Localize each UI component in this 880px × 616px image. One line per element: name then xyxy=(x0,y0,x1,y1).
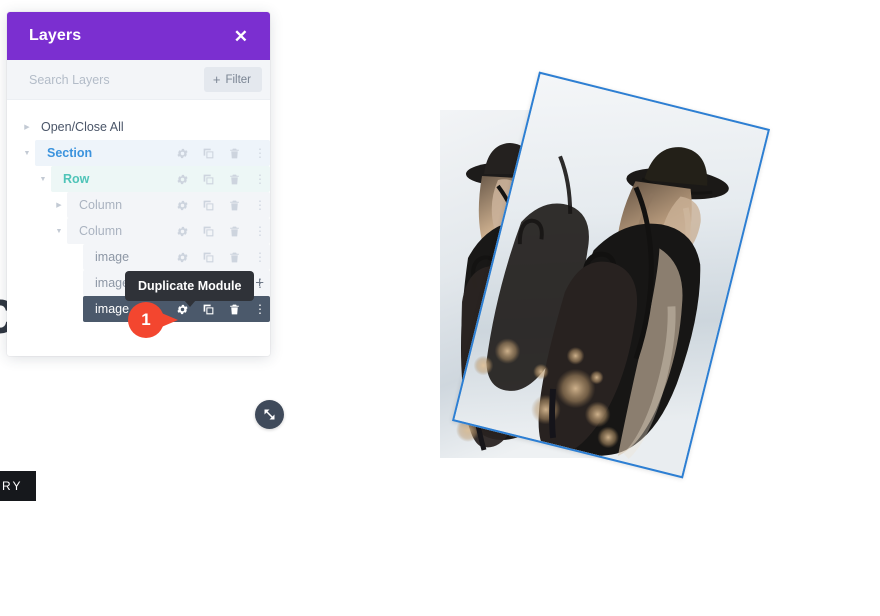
layer-actions: ⋮ xyxy=(176,146,266,160)
trash-icon[interactable] xyxy=(228,199,241,212)
layer-actions: ⋮ xyxy=(176,224,266,238)
layer-label: image xyxy=(95,250,130,264)
chevron-down-icon[interactable] xyxy=(19,150,35,157)
gear-icon[interactable] xyxy=(176,199,189,212)
open-close-all-row[interactable]: Open/Close All xyxy=(7,114,270,140)
tree-row-column-1: Column ⋮ xyxy=(7,192,270,218)
gear-icon[interactable] xyxy=(176,251,189,264)
layer-item-row[interactable]: Row ⋮ xyxy=(51,166,270,192)
layer-item-column[interactable]: Column ⋮ xyxy=(67,192,270,218)
add-module-icon[interactable]: + xyxy=(255,276,264,291)
gear-icon[interactable] xyxy=(176,173,189,186)
step-badge-1: 1 xyxy=(128,302,180,338)
duplicate-icon[interactable] xyxy=(202,251,215,264)
resize-arrow-glyph xyxy=(264,409,275,420)
layers-search-bar: + Filter xyxy=(7,60,270,100)
chevron-right-icon[interactable] xyxy=(51,202,67,209)
duplicate-icon[interactable] xyxy=(202,173,215,186)
layer-label: Section xyxy=(47,146,93,160)
chevron-down-icon[interactable] xyxy=(51,228,67,235)
layer-actions: ⋮ xyxy=(176,172,266,186)
layer-actions: ⋮ xyxy=(176,250,266,264)
bottom-left-tag: RY xyxy=(0,471,37,501)
chevron-down-icon[interactable] xyxy=(35,176,51,183)
layer-label: Row xyxy=(63,172,90,186)
photo-artwork-back xyxy=(440,110,670,458)
layer-actions: ⋮ xyxy=(176,198,266,212)
more-options-icon[interactable]: ⋮ xyxy=(254,224,266,238)
photo-artwork-front xyxy=(454,73,768,477)
filter-button[interactable]: + Filter xyxy=(203,67,262,92)
filter-button-label: Filter xyxy=(225,73,251,86)
open-close-all-label: Open/Close All xyxy=(41,120,124,134)
trash-icon[interactable] xyxy=(228,303,241,316)
layers-panel-header: Layers ✕ xyxy=(7,12,270,60)
more-options-icon[interactable]: ⋮ xyxy=(254,302,266,316)
layer-item-image[interactable]: image ⋮ xyxy=(83,244,270,270)
chevron-right-icon[interactable] xyxy=(19,124,35,131)
tree-row-section: Section ⋮ xyxy=(7,140,270,166)
search-input[interactable] xyxy=(29,72,204,87)
tree-row-image-1: image ⋮ xyxy=(7,244,270,270)
tree-row-row: Row ⋮ xyxy=(7,166,270,192)
step-badge-number: 1 xyxy=(141,310,151,329)
trash-icon[interactable] xyxy=(228,251,241,264)
trash-icon[interactable] xyxy=(228,225,241,238)
duplicate-icon[interactable] xyxy=(202,199,215,212)
plus-icon: + xyxy=(212,72,221,87)
more-options-icon[interactable]: ⋮ xyxy=(254,146,266,160)
layer-label: Column xyxy=(79,224,123,238)
trash-icon[interactable] xyxy=(228,173,241,186)
duplicate-icon[interactable] xyxy=(202,147,215,160)
tooltip-duplicate-module: Duplicate Module xyxy=(125,271,255,307)
close-icon[interactable]: ✕ xyxy=(230,24,252,49)
image-module-front[interactable] xyxy=(451,71,771,479)
resize-diagonal-icon[interactable] xyxy=(255,400,284,429)
duplicate-icon[interactable] xyxy=(202,225,215,238)
duplicate-icon[interactable] xyxy=(202,303,215,316)
gear-icon[interactable] xyxy=(176,147,189,160)
image-module-back[interactable] xyxy=(440,110,670,458)
more-options-icon[interactable]: ⋮ xyxy=(254,250,266,264)
layer-item-section[interactable]: Section ⋮ xyxy=(35,140,270,166)
layer-item-column[interactable]: Column ⋮ xyxy=(67,218,270,244)
more-options-icon[interactable]: ⋮ xyxy=(254,172,266,186)
page-title: Layers xyxy=(29,27,82,44)
layer-label: Column xyxy=(79,198,123,212)
gear-icon[interactable] xyxy=(176,225,189,238)
more-options-icon[interactable]: ⋮ xyxy=(254,198,266,212)
tree-row-column-2: Column ⋮ xyxy=(7,218,270,244)
trash-icon[interactable] xyxy=(228,147,241,160)
